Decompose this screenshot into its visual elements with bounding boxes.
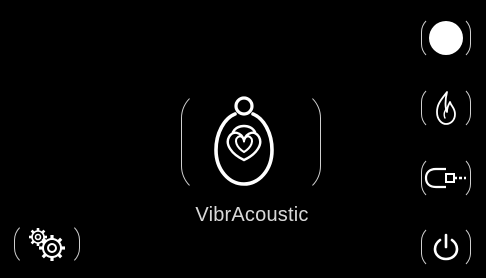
circle-button[interactable]: [421, 16, 471, 60]
vibracoustic-logo: [214, 96, 274, 186]
main-screen: VibrAcoustic: [0, 0, 486, 278]
app-title: VibrAcoustic: [195, 204, 309, 226]
solid-circle-icon: [429, 21, 463, 55]
audio-plug-icon: [424, 167, 466, 189]
gears-icon: [29, 228, 65, 261]
settings-button[interactable]: [14, 222, 80, 266]
power-button[interactable]: [421, 225, 471, 269]
flame-button[interactable]: [421, 86, 471, 130]
flame-icon: [436, 91, 456, 125]
audio-plug-button[interactable]: [421, 156, 471, 200]
power-icon: [433, 233, 459, 261]
